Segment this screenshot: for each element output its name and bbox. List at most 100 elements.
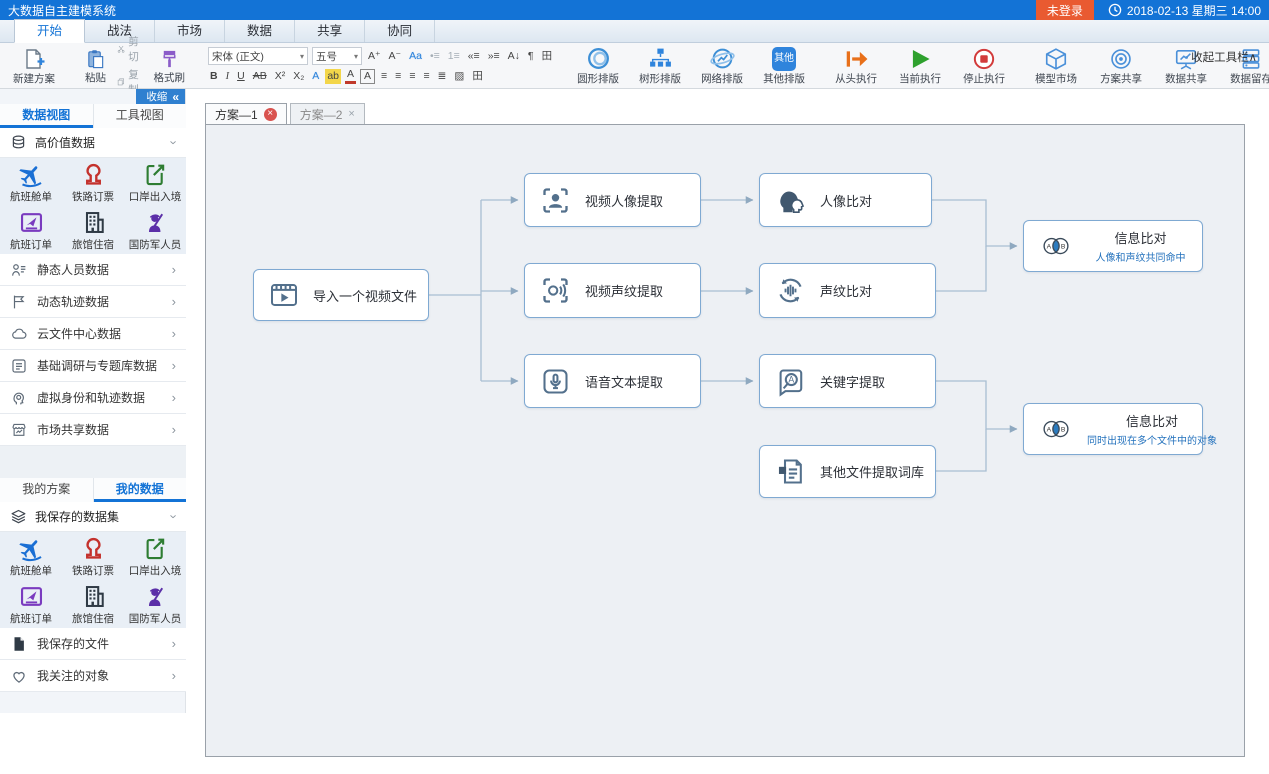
node-other-files-lexicon[interactable]: 其他文件提取词库: [759, 445, 936, 498]
menu-tab-share[interactable]: 共享: [295, 20, 365, 42]
scissors-icon: [117, 43, 125, 55]
text-effects-button[interactable]: A: [310, 69, 321, 84]
chevron-down-icon: ›: [167, 514, 180, 518]
section-high-value-data[interactable]: 高价值数据 ›: [0, 128, 186, 158]
node-info-compare-top[interactable]: A B 信息比对 人像和声纹共同命中: [1023, 220, 1203, 272]
row-my-followed-objects[interactable]: 我关注的对象 ›: [0, 660, 186, 692]
paragraph-mark-button[interactable]: ¶: [526, 49, 536, 64]
circle-layout-button[interactable]: 圆形排版: [570, 44, 626, 87]
dataset-rail-booking[interactable]: 铁路订票: [62, 158, 124, 206]
dataset-flight-manifest[interactable]: 航班舱单: [0, 532, 62, 580]
dataset-military-personnel[interactable]: 国防军人员: [124, 580, 186, 628]
node-keyword-extract[interactable]: A 关键字提取: [759, 354, 936, 408]
section-saved-datasets[interactable]: 我保存的数据集 ›: [0, 502, 186, 532]
subscript-button[interactable]: X₂: [291, 69, 306, 84]
node-label: 视频声纹提取: [585, 281, 663, 300]
menu-tab-data[interactable]: 数据: [225, 20, 295, 42]
underline-button[interactable]: U: [235, 69, 247, 84]
sort-button[interactable]: A↓: [506, 49, 522, 64]
numbering-button[interactable]: 1≡: [446, 49, 462, 64]
shading-button[interactable]: ▨: [452, 69, 466, 84]
indent-button[interactable]: »≡: [486, 49, 502, 64]
align-right-button[interactable]: ≡: [407, 69, 417, 84]
login-status-badge[interactable]: 未登录: [1036, 0, 1094, 21]
dataset-flight-order[interactable]: 航班订单: [0, 580, 62, 628]
outdent-button[interactable]: «≡: [466, 49, 482, 64]
plan-tab-2-label: 方案—2: [300, 106, 343, 123]
tab-my-plans[interactable]: 我的方案: [0, 478, 94, 502]
tab-data-view[interactable]: 数据视图: [0, 104, 94, 128]
category-market-shared-data[interactable]: 市场共享数据 ›: [0, 414, 186, 446]
node-import-video-file[interactable]: 导入一个视频文件: [253, 269, 429, 321]
network-layout-button[interactable]: 网络排版: [694, 44, 750, 87]
plan-share-button[interactable]: 方案共享: [1093, 45, 1149, 87]
paste-button[interactable]: 粘贴: [78, 46, 113, 86]
node-speech-text-extract[interactable]: 语音文本提取: [524, 354, 701, 408]
menu-tab-start[interactable]: 开始: [14, 19, 85, 43]
character-border-button[interactable]: A: [360, 69, 375, 84]
collapse-toolbar-button[interactable]: 收起工具栏∧: [1191, 49, 1257, 65]
shrink-font-button[interactable]: A⁻: [387, 49, 404, 64]
dataset-military-personnel[interactable]: 国防军人员: [124, 206, 186, 254]
align-left-button[interactable]: ≡: [379, 69, 389, 84]
grow-font-button[interactable]: A⁺: [366, 49, 383, 64]
node-video-face-extract[interactable]: 视频人像提取: [524, 173, 701, 227]
sidebar-bottom-tabs: 我的方案 我的数据: [0, 478, 186, 503]
close-tab-icon[interactable]: ×: [264, 108, 277, 121]
node-face-compare[interactable]: 人像比对: [759, 173, 932, 227]
flow-canvas[interactable]: 导入一个视频文件 视频人像提取 人像比对 视: [205, 124, 1245, 757]
stop-run-button[interactable]: 停止执行: [956, 45, 1012, 87]
dataset-hotel-stay[interactable]: 旅馆住宿: [62, 206, 124, 254]
run-from-start-button[interactable]: 从头执行: [828, 45, 884, 87]
plan-tab-2[interactable]: 方案—2 ×: [290, 103, 365, 124]
dataset-hotel-stay[interactable]: 旅馆住宿: [62, 580, 124, 628]
font-size-select[interactable]: 五号 ▾: [312, 47, 362, 65]
dataset-border-entry[interactable]: 口岸出入境: [124, 158, 186, 206]
change-case-button[interactable]: Aa: [407, 49, 424, 64]
category-dynamic-track-data[interactable]: 动态轨迹数据 ›: [0, 286, 186, 318]
close-tab-icon[interactable]: ×: [348, 108, 354, 120]
sidebar-collapse-button[interactable]: 收缩 «: [136, 89, 185, 104]
italic-button[interactable]: I: [224, 69, 232, 84]
dataset-border-entry[interactable]: 口岸出入境: [124, 532, 186, 580]
category-static-person-data[interactable]: 静态人员数据 ›: [0, 254, 186, 286]
tab-my-data[interactable]: 我的数据: [94, 478, 187, 502]
sidebar: 收缩 « 数据视图 工具视图 高价值数据 › 航班舱单 铁路订票 口岸出入境: [0, 89, 186, 713]
bullets-button[interactable]: •≡: [428, 49, 442, 64]
row-my-saved-files[interactable]: 我保存的文件 ›: [0, 628, 186, 660]
superscript-button[interactable]: X²: [273, 69, 288, 84]
menu-tab-collab[interactable]: 协同: [365, 20, 435, 42]
node-voiceprint-compare[interactable]: 声纹比对: [759, 263, 936, 318]
network-layout-label: 网络排版: [701, 74, 743, 85]
model-market-button[interactable]: 模型市场: [1028, 45, 1084, 87]
tree-layout-button[interactable]: 树形排版: [632, 44, 688, 87]
plan-tab-1[interactable]: 方案—1 ×: [205, 103, 287, 124]
node-info-compare-bottom[interactable]: A B 信息比对 同时出现在多个文件中的对象: [1023, 403, 1203, 455]
dataset-rail-booking[interactable]: 铁路订票: [62, 532, 124, 580]
other-layout-button[interactable]: 其他 其他排版: [756, 45, 812, 87]
new-plan-button[interactable]: 新建方案: [6, 45, 62, 87]
dataset-flight-order[interactable]: 航班订单: [0, 206, 62, 254]
strikethrough-button[interactable]: AB: [251, 69, 269, 84]
justify-button[interactable]: ≡: [421, 69, 431, 84]
category-survey-thematic-data[interactable]: 基础调研与专题库数据 ›: [0, 350, 186, 382]
table-button[interactable]: 田: [540, 49, 555, 64]
cut-button[interactable]: 剪切: [117, 34, 143, 64]
category-label: 静态人员数据: [37, 261, 163, 278]
menu-tab-market[interactable]: 市场: [155, 20, 225, 42]
category-cloud-file-data[interactable]: 云文件中心数据 ›: [0, 318, 186, 350]
font-family-select[interactable]: 宋体 (正文) ▾: [208, 47, 308, 65]
tab-tool-view[interactable]: 工具视图: [94, 104, 187, 128]
bold-button[interactable]: B: [208, 69, 220, 84]
highlight-color-button[interactable]: ab: [325, 69, 341, 84]
font-row-2: B I U AB X² X₂ A ab A A ≡ ≡ ≡ ≡ ≣ ▨ 田: [208, 68, 554, 84]
font-color-button[interactable]: A: [345, 68, 356, 84]
run-current-button[interactable]: 当前执行: [892, 45, 948, 87]
line-spacing-button[interactable]: ≣: [436, 69, 449, 84]
category-virtual-identity-data[interactable]: 虚拟身份和轨迹数据 ›: [0, 382, 186, 414]
align-center-button[interactable]: ≡: [393, 69, 403, 84]
node-video-voiceprint-extract[interactable]: 视频声纹提取: [524, 263, 701, 318]
borders-button[interactable]: 田: [470, 69, 485, 84]
dataset-flight-manifest[interactable]: 航班舱单: [0, 158, 62, 206]
format-painter-button[interactable]: 格式刷: [147, 46, 193, 86]
